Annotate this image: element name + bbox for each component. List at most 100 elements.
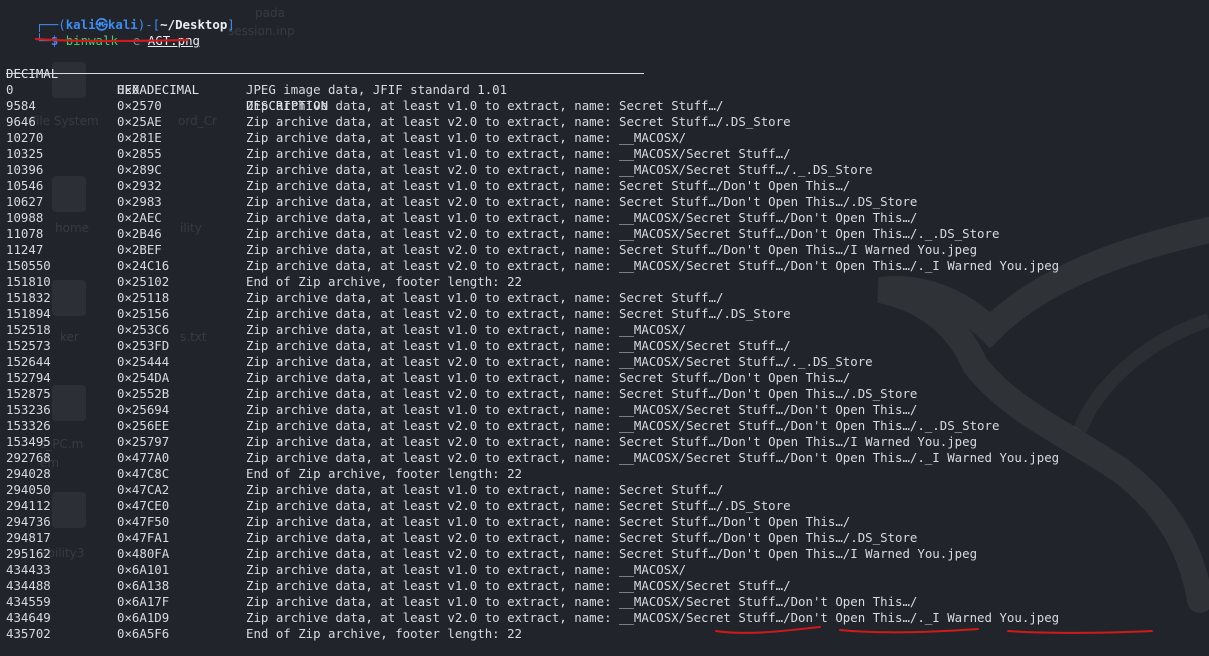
desktop-icon <box>52 280 86 316</box>
hex-offset: 0×253C6 <box>117 322 170 337</box>
hex-offset: 0×480FA <box>117 546 170 561</box>
decimal-offset: 11247 <box>6 242 44 257</box>
decimal-offset: 434488 <box>6 578 51 593</box>
hex-offset: 0×47FA1 <box>117 530 170 545</box>
description: Zip archive data, at least v1.0 to extra… <box>246 514 851 529</box>
decimal-offset: 9584 <box>6 98 36 113</box>
description: Zip archive data, at least v1.0 to extra… <box>246 594 918 609</box>
decimal-offset: 294736 <box>6 514 51 529</box>
hex-offset: 0×47CE0 <box>117 498 170 513</box>
description: Zip archive data, at least v1.0 to extra… <box>246 146 791 161</box>
decimal-offset: 10988 <box>6 210 44 225</box>
hex-offset: 0×256EE <box>117 418 170 433</box>
prompt-header: ┌──(kali㉿kali)-[~/Desktop] <box>6 1 235 32</box>
prompt-symbol: $ <box>50 33 59 48</box>
description: Zip archive data, at least v1.0 to extra… <box>246 578 791 593</box>
hex-offset: 0×281E <box>117 130 162 145</box>
decimal-offset: 152644 <box>6 354 51 369</box>
description: Zip archive data, at least v2.0 to extra… <box>246 418 1000 433</box>
decimal-offset: 294050 <box>6 482 51 497</box>
hex-offset: 0×2552B <box>117 386 170 401</box>
hex-offset: 0×24C16 <box>117 258 170 273</box>
decimal-offset: 434433 <box>6 562 51 577</box>
description: Zip archive data, at least v2.0 to extra… <box>246 354 873 369</box>
description: End of Zip archive, footer length: 22 <box>246 274 523 289</box>
decimal-offset: 153495 <box>6 434 51 449</box>
decimal-offset: 151894 <box>6 306 51 321</box>
decimal-offset: 434649 <box>6 610 51 625</box>
decimal-offset: 151832 <box>6 290 51 305</box>
decimal-offset: 292768 <box>6 450 51 465</box>
hex-offset: 0×25444 <box>117 354 170 369</box>
decimal-offset: 435702 <box>6 626 51 641</box>
command-argument: AGT.png <box>147 33 200 48</box>
description: Zip archive data, at least v1.0 to extra… <box>246 402 918 417</box>
hex-offset: 0×25797 <box>117 434 170 449</box>
decimal-offset: 152518 <box>6 322 51 337</box>
desktop-icon <box>52 176 86 212</box>
command-line[interactable]: └─$ binwalk -e AGT.png <box>6 17 200 48</box>
decimal-offset: 434559 <box>6 594 51 609</box>
command-flag: -e <box>125 33 141 48</box>
hex-offset: 0×6A5F6 <box>117 626 170 641</box>
decimal-offset: 294817 <box>6 530 51 545</box>
hex-offset: 0×2932 <box>117 178 162 193</box>
hex-offset: 0×2B46 <box>117 226 162 241</box>
description: Zip archive data, at least v2.0 to extra… <box>246 610 1060 625</box>
description: Zip archive data, at least v1.0 to extra… <box>246 370 851 385</box>
description: Zip archive data, at least v2.0 to extra… <box>246 530 918 545</box>
table-header: DECIMAL HEXADECIMAL DESCRIPTION <box>6 50 328 113</box>
desktop-label: pada <box>255 6 285 20</box>
prompt-frame-right: ] <box>227 17 235 32</box>
decimal-offset: 152573 <box>6 338 51 353</box>
description: Zip archive data, at least v2.0 to extra… <box>246 498 791 513</box>
hex-offset: 0×6A138 <box>117 578 170 593</box>
description: Zip archive data, at least v2.0 to extra… <box>246 258 1060 273</box>
hex-offset: 0×25118 <box>117 290 170 305</box>
decimal-offset: 153236 <box>6 402 51 417</box>
desktop-icon <box>52 385 86 421</box>
hex-offset: 0×25102 <box>117 274 170 289</box>
desktop-label: ord_Cr <box>178 114 217 128</box>
hex-offset: 0×2570 <box>117 98 162 113</box>
description: Zip archive data, at least v1.0 to extra… <box>246 338 791 353</box>
hex-offset: 0×2983 <box>117 194 162 209</box>
description: End of Zip archive, footer length: 22 <box>246 466 523 481</box>
description: Zip archive data, at least v1.0 to extra… <box>246 322 687 337</box>
description: Zip archive data, at least v1.0 to extra… <box>246 210 918 225</box>
hex-offset: 0×47CA2 <box>117 482 170 497</box>
description: Zip archive data, at least v2.0 to extra… <box>246 242 978 257</box>
hex-offset: 0×253FD <box>117 338 170 353</box>
column-header-decimal: DECIMAL <box>6 66 59 81</box>
hex-offset: 0×477A0 <box>117 450 170 465</box>
hex-offset: 0×25694 <box>117 402 170 417</box>
hex-offset: 0×289C <box>117 162 162 177</box>
decimal-offset: 151810 <box>6 274 51 289</box>
decimal-offset: 295162 <box>6 546 51 561</box>
decimal-offset: 10270 <box>6 130 44 145</box>
hex-offset: 0×47F50 <box>117 514 170 529</box>
hex-offset: 0×25156 <box>117 306 170 321</box>
description: Zip archive data, at least v1.0 to extra… <box>246 98 724 113</box>
description: Zip archive data, at least v1.0 to extra… <box>246 178 851 193</box>
description: Zip archive data, at least v2.0 to extra… <box>246 226 1000 241</box>
description: JPEG image data, JFIF standard 1.01 <box>246 82 508 97</box>
decimal-offset: 10627 <box>6 194 44 209</box>
desktop-label: s.txt <box>180 330 207 344</box>
hex-offset: 0×2855 <box>117 146 162 161</box>
decimal-offset: 294112 <box>6 498 51 513</box>
terminal-window[interactable]: pada session.inp File System ord_Cr home… <box>0 0 1209 656</box>
decimal-offset: 153326 <box>6 418 51 433</box>
header-divider <box>6 73 644 74</box>
description: Zip archive data, at least v1.0 to extra… <box>246 562 687 577</box>
description: End of Zip archive, footer length: 22 <box>246 626 523 641</box>
description: Zip archive data, at least v2.0 to extra… <box>246 194 918 209</box>
description: Zip archive data, at least v1.0 to extra… <box>246 130 687 145</box>
decimal-offset: 152794 <box>6 370 51 385</box>
description: Zip archive data, at least v1.0 to extra… <box>246 290 724 305</box>
description: Zip archive data, at least v2.0 to extra… <box>246 386 918 401</box>
hex-offset: 0×0 <box>117 82 140 97</box>
desktop-label: home <box>55 221 90 235</box>
decimal-offset: 294028 <box>6 466 51 481</box>
description: Zip archive data, at least v2.0 to extra… <box>246 306 791 321</box>
